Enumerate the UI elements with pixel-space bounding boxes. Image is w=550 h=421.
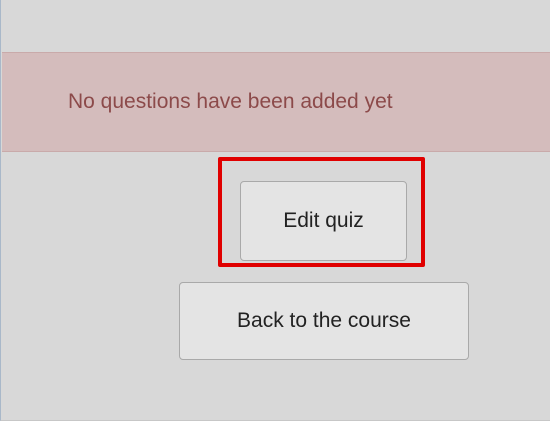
- edit-quiz-button[interactable]: Edit quiz: [240, 181, 407, 261]
- back-to-course-button[interactable]: Back to the course: [179, 282, 469, 360]
- no-questions-alert: No questions have been added yet: [2, 52, 550, 152]
- quiz-page: No questions have been added yet Edit qu…: [0, 0, 550, 421]
- alert-message: No questions have been added yet: [68, 90, 393, 113]
